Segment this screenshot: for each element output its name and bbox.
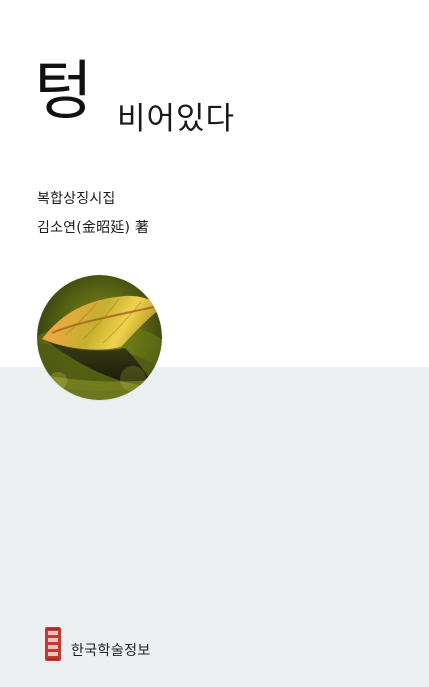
author-credit: 김소연(金昭延) 著: [37, 220, 150, 236]
autumn-leaf-photo: [37, 275, 162, 400]
book-cover: 텅 비어있다 복합상징시집 김소연(金昭延) 著 한국학술정보: [0, 0, 429, 687]
book-genre: 복합상징시집: [37, 191, 116, 207]
main-title: 텅: [34, 55, 93, 129]
publisher-seal-icon: [44, 627, 62, 661]
publisher-name: 한국학술정보: [71, 643, 151, 659]
publisher-block: 한국학술정보: [44, 627, 184, 663]
subtitle: 비어있다: [117, 101, 236, 137]
